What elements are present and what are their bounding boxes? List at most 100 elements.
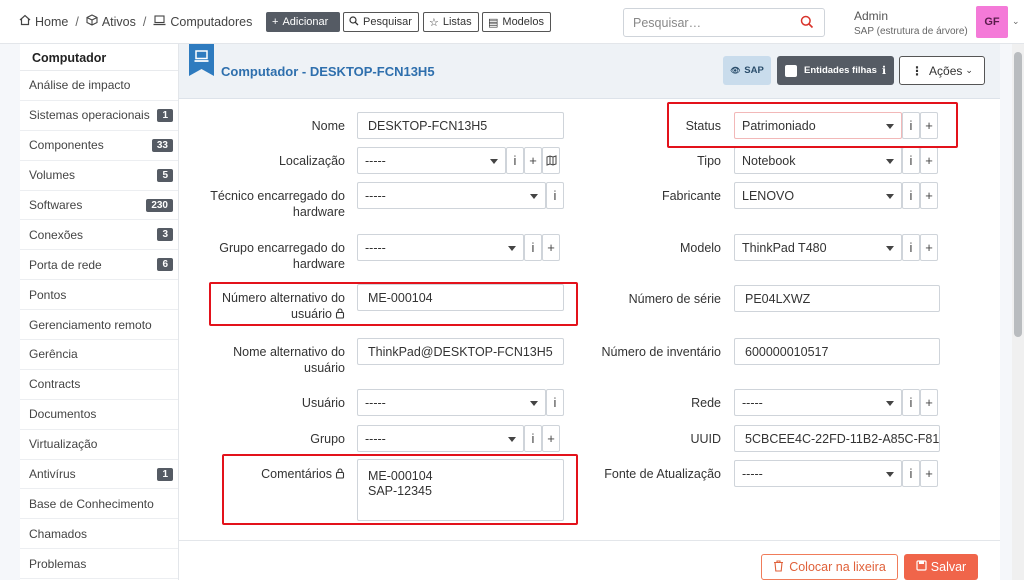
- lists-button[interactable]: ☆ Listas: [423, 12, 479, 32]
- manufacturer-info-button[interactable]: i: [902, 182, 920, 209]
- main-panel: Computador - DESKTOP-FCN13H5 👁 SAP Entida…: [179, 44, 1000, 580]
- templates-button[interactable]: ▤ Modelos: [482, 12, 551, 32]
- tech-label: Técnico encarregado do hardware: [210, 189, 345, 219]
- sidebar-item-label: Contracts: [29, 377, 81, 392]
- search-button[interactable]: Pesquisar: [343, 12, 419, 32]
- highlight-box-alt-user-number: [209, 282, 578, 326]
- group-tech-select[interactable]: -----: [357, 234, 524, 261]
- network-info-button[interactable]: i: [902, 389, 920, 416]
- inventory-field[interactable]: 600000010517: [734, 338, 940, 365]
- breadcrumb-separator: /: [75, 14, 79, 29]
- plus-icon: +: [272, 16, 279, 28]
- chevron-down-icon[interactable]: ⌄: [1012, 16, 1020, 27]
- sidebar-item[interactable]: Conexões 3: [20, 220, 178, 251]
- sidebar-item[interactable]: Porta de rede 6: [20, 250, 178, 281]
- breadcrumb-computers[interactable]: Computadores: [170, 15, 252, 29]
- location-add-button[interactable]: +: [524, 147, 542, 174]
- serial-field[interactable]: PE04LXWZ: [734, 285, 940, 312]
- user-info-button[interactable]: i: [546, 389, 564, 416]
- sidebar-item-label: Gerência: [29, 347, 78, 362]
- plus-icon: +: [547, 240, 555, 255]
- sidebar-item[interactable]: Problemas: [20, 549, 178, 580]
- sidebar-item[interactable]: Pontos: [20, 280, 178, 311]
- sidebar-item[interactable]: Virtualização: [20, 430, 178, 460]
- chevron-down-icon: [886, 472, 894, 477]
- save-icon: [916, 560, 927, 574]
- sidebar-item[interactable]: Componentes 33: [20, 131, 178, 161]
- network-select[interactable]: -----: [734, 389, 902, 416]
- sidebar-item[interactable]: Chamados: [20, 519, 178, 550]
- sidebar-item-label: Antivírus: [29, 467, 76, 482]
- location-select[interactable]: -----: [357, 147, 506, 174]
- child-entities-checkbox[interactable]: [785, 64, 797, 77]
- tech-select[interactable]: -----: [357, 182, 546, 209]
- update-source-select[interactable]: -----: [734, 460, 902, 487]
- add-button[interactable]: + Adicionar: [266, 12, 340, 32]
- count-badge: 6: [157, 258, 173, 272]
- sidebar-item[interactable]: Antivírus 1: [20, 460, 178, 490]
- update-source-add-button[interactable]: +: [920, 460, 938, 487]
- type-info-button[interactable]: i: [902, 147, 920, 174]
- model-info-button[interactable]: i: [902, 234, 920, 261]
- plus-icon: +: [529, 153, 537, 168]
- search-input[interactable]: Pesquisar…: [623, 8, 825, 37]
- manufacturer-add-button[interactable]: +: [920, 182, 938, 209]
- sidebar-item[interactable]: Softwares 230: [20, 191, 178, 221]
- sidebar-item-label: Base de Conhecimento: [29, 496, 154, 511]
- laptop-icon: [153, 14, 166, 29]
- search-icon[interactable]: [800, 15, 814, 32]
- avatar[interactable]: GF: [976, 6, 1008, 38]
- actions-button[interactable]: ⋮ Ações ⌄: [899, 56, 985, 85]
- location-info-button[interactable]: i: [506, 147, 524, 174]
- network-add-button[interactable]: +: [920, 389, 938, 416]
- type-select[interactable]: Notebook: [734, 147, 902, 174]
- name-label: Nome: [311, 119, 345, 133]
- count-badge: 33: [151, 138, 173, 152]
- sidebar-item[interactable]: Volumes 5: [20, 161, 178, 191]
- save-button[interactable]: Salvar: [904, 554, 978, 580]
- user-select[interactable]: -----: [357, 389, 546, 416]
- breadcrumb-assets[interactable]: Ativos: [102, 15, 136, 29]
- sidebar-item[interactable]: Contracts: [20, 370, 178, 400]
- plus-icon: +: [925, 395, 933, 410]
- uuid-field[interactable]: 5CBCEE4C-22FD-11B2-A85C-F818: [734, 425, 940, 452]
- footer-divider: [179, 540, 1000, 541]
- home-icon: [19, 14, 31, 29]
- sidebar: Computador Análise de impacto Sistemas op…: [20, 44, 179, 580]
- count-badge: 230: [146, 198, 173, 212]
- alt-user-name-label: Nome alternativo do usuário: [233, 345, 345, 375]
- breadcrumb-home[interactable]: Home: [35, 15, 68, 29]
- star-icon: ☆: [429, 16, 439, 29]
- model-add-button[interactable]: +: [920, 234, 938, 261]
- sap-button[interactable]: 👁 SAP: [723, 56, 771, 85]
- sidebar-header[interactable]: Computador: [20, 44, 178, 71]
- sidebar-item[interactable]: Gerência: [20, 340, 178, 370]
- chevron-down-icon: [886, 194, 894, 199]
- sidebar-item-label: Chamados: [29, 526, 88, 541]
- sidebar-item[interactable]: Gerenciamento remoto: [20, 310, 178, 341]
- sidebar-item[interactable]: Análise de impacto: [20, 71, 178, 101]
- manufacturer-select[interactable]: LENOVO: [734, 182, 902, 209]
- group-tech-add-button[interactable]: +: [542, 234, 560, 261]
- group-add-button[interactable]: +: [542, 425, 560, 452]
- child-entities-toggle[interactable]: Entidades filhas ℹ: [777, 56, 894, 85]
- alt-user-name-field[interactable]: ThinkPad@DESKTOP-FCN13H5: [357, 338, 564, 365]
- scrollbar-thumb[interactable]: [1014, 52, 1022, 337]
- tech-info-button[interactable]: i: [546, 182, 564, 209]
- sidebar-item[interactable]: Documentos: [20, 400, 178, 430]
- update-source-info-button[interactable]: i: [902, 460, 920, 487]
- trash-button[interactable]: Colocar na lixeira: [761, 554, 898, 580]
- location-map-button[interactable]: [542, 147, 560, 174]
- group-select[interactable]: -----: [357, 425, 524, 452]
- group-tech-info-button[interactable]: i: [524, 234, 542, 261]
- model-select[interactable]: ThinkPad T480: [734, 234, 902, 261]
- type-add-button[interactable]: +: [920, 147, 938, 174]
- sidebar-item-label: Gerenciamento remoto: [29, 317, 152, 332]
- sidebar-item-label: Problemas: [29, 556, 87, 571]
- sidebar-item[interactable]: Base de Conhecimento: [20, 489, 178, 520]
- user-info[interactable]: Admin SAP (estrutura de árvore): [854, 9, 968, 37]
- group-info-button[interactable]: i: [524, 425, 542, 452]
- name-field[interactable]: DESKTOP-FCN13H5: [357, 112, 564, 139]
- sidebar-item-label: Softwares: [29, 198, 83, 212]
- sidebar-item[interactable]: Sistemas operacionais 1: [20, 101, 178, 131]
